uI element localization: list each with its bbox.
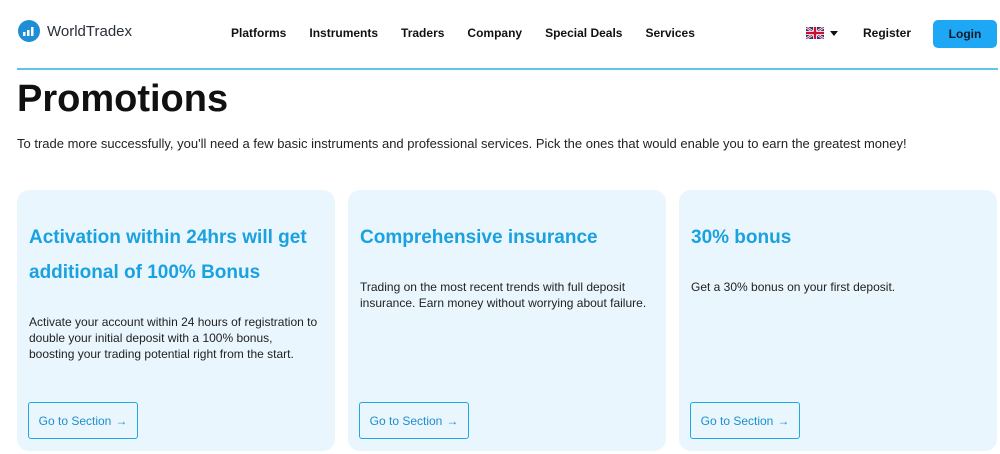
brand-name: WorldTradex xyxy=(47,22,133,40)
promo-card-title: Activation within 24hrs will get additio… xyxy=(29,227,307,283)
promo-card-text: Get a 30% bonus on your first deposit. xyxy=(691,280,896,294)
main-nav: Platforms Instruments Traders Company Sp… xyxy=(231,26,718,40)
brand-logo[interactable]: WorldTradex xyxy=(18,20,132,42)
promo-card-title: Comprehensive insurance xyxy=(360,227,598,248)
arrow-right-icon: → xyxy=(446,413,459,428)
nav-item-services[interactable]: Services xyxy=(645,26,694,40)
go-to-section-button[interactable]: Go to Section → xyxy=(28,402,138,439)
go-to-section-button[interactable]: Go to Section → xyxy=(690,402,800,439)
register-link[interactable]: Register xyxy=(863,26,911,40)
language-selector[interactable] xyxy=(806,27,838,39)
button-label: Go to Section xyxy=(38,413,112,428)
nav-item-instruments[interactable]: Instruments xyxy=(309,26,378,40)
button-label: Go to Section xyxy=(700,413,774,428)
promo-card: Comprehensive insurance Trading on the m… xyxy=(348,190,666,451)
promo-card: Activation within 24hrs will get additio… xyxy=(17,190,335,451)
nav-item-platforms[interactable]: Platforms xyxy=(231,26,286,40)
page-title: Promotions xyxy=(17,78,229,120)
site-header: WorldTradex Platforms Instruments Trader… xyxy=(0,0,1000,68)
uk-flag-icon xyxy=(806,27,824,39)
arrow-right-icon: → xyxy=(777,413,790,428)
header-divider xyxy=(17,68,998,70)
nav-item-traders[interactable]: Traders xyxy=(401,26,444,40)
chevron-down-icon xyxy=(830,30,838,36)
go-to-section-button[interactable]: Go to Section → xyxy=(359,402,469,439)
nav-item-special-deals[interactable]: Special Deals xyxy=(545,26,622,40)
promo-card: 30% bonus Get a 30% bonus on your first … xyxy=(679,190,997,451)
promo-card-text: Trading on the most recent trends with f… xyxy=(360,280,647,310)
page-intro: To trade more successfully, you'll need … xyxy=(17,136,907,151)
nav-item-company[interactable]: Company xyxy=(467,26,522,40)
arrow-right-icon: → xyxy=(115,413,128,428)
button-label: Go to Section xyxy=(369,413,443,428)
login-button[interactable]: Login xyxy=(933,20,997,48)
logo-chart-icon xyxy=(18,20,40,42)
promo-card-title: 30% bonus xyxy=(691,227,792,248)
promo-card-text: Activate your account within 24 hours of… xyxy=(29,315,318,361)
